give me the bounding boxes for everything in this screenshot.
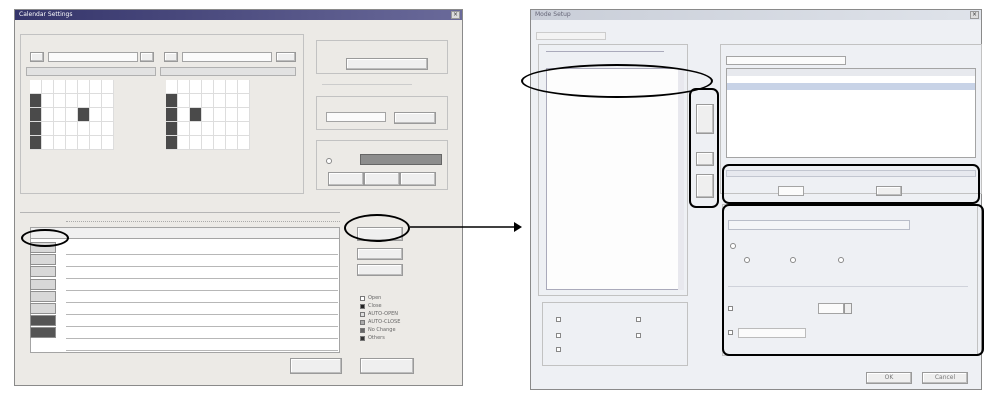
schedule-row[interactable] [66, 267, 338, 279]
mode-setup-button[interactable] [346, 58, 428, 70]
highlight-settings-panel [722, 204, 984, 356]
open-radio[interactable] [326, 157, 335, 164]
day-label-8[interactable] [30, 327, 56, 339]
legend-others-label: Others [368, 335, 385, 341]
hour-scale [66, 214, 340, 222]
schedule-legend: Open Close AUTO-OPEN AUTO-CLOSE No Chang… [360, 294, 400, 342]
option-check-3[interactable] [556, 346, 564, 353]
month-field-right[interactable] [182, 52, 272, 62]
legend-close-label: Close [368, 303, 382, 309]
prev-month-button[interactable] [30, 52, 44, 62]
option-check-5[interactable] [636, 332, 644, 339]
hint-line [322, 84, 412, 85]
legend-no-change-label: No Change [368, 327, 396, 333]
service-group-tab [546, 44, 664, 52]
legend-swatch [360, 319, 365, 325]
schedule-list-header [30, 227, 340, 239]
arrow-connector [410, 222, 522, 232]
weekday-header-left [26, 67, 156, 76]
highlight-middle-buttons [689, 88, 719, 208]
legend-item: Others [360, 334, 400, 342]
legend-swatch [360, 327, 365, 333]
option-check-2[interactable] [556, 332, 564, 339]
prev-month-button-right[interactable] [164, 52, 178, 62]
option-check-1[interactable] [556, 316, 564, 323]
day-labels [30, 242, 56, 340]
schedule-divider [20, 212, 340, 213]
ok-button-window1[interactable] [290, 358, 342, 374]
schedule-row[interactable] [66, 243, 338, 255]
highlight-setup-button [344, 214, 410, 242]
list-scrollbar-track[interactable] [678, 68, 684, 290]
window1-title: Calendar Settings [19, 11, 73, 18]
schedule-row[interactable] [66, 279, 338, 291]
weekday-header-right [160, 67, 296, 76]
day-label-4[interactable] [30, 278, 56, 290]
day-label-7[interactable] [30, 315, 56, 327]
legend-item: No Change [360, 326, 400, 334]
legend-swatch [360, 311, 365, 317]
close-icon[interactable]: × [451, 11, 460, 19]
open-close-button-2[interactable] [364, 172, 400, 186]
legend-item: Close [360, 302, 400, 310]
window1-titlebar: Calendar Settings × [15, 10, 462, 20]
day-label-3[interactable] [30, 266, 56, 278]
paste-button[interactable] [357, 264, 403, 276]
ok-button[interactable]: OK [866, 372, 912, 384]
event-row[interactable] [727, 76, 975, 83]
mode-name-field[interactable] [536, 32, 606, 40]
legend-item: AUTO-OPEN [360, 310, 400, 318]
day-label-6[interactable] [30, 302, 56, 314]
schedule-row[interactable] [66, 339, 338, 351]
day-label-5[interactable] [30, 290, 56, 302]
legend-open-label: Open [368, 295, 382, 301]
cancel-button-window1[interactable] [360, 358, 414, 374]
legend-auto-close-label: AUTO-CLOSE [368, 319, 401, 325]
copy-button[interactable] [357, 248, 403, 260]
event-list[interactable] [726, 68, 976, 158]
month-field-left[interactable] [48, 52, 138, 62]
window2-title: Mode Setup [535, 11, 571, 18]
open-close-bar[interactable] [360, 154, 442, 165]
schedule-row[interactable] [66, 303, 338, 315]
legend-swatch [360, 335, 365, 341]
schedule-rows [66, 243, 338, 351]
day-label-2[interactable] [30, 254, 56, 266]
legend-swatch [360, 303, 365, 309]
schedule-row[interactable] [66, 315, 338, 327]
highlight-time-setting [722, 164, 980, 204]
schedule-row[interactable] [66, 327, 338, 339]
window2-titlebar: Mode Setup × [531, 10, 981, 20]
service-list[interactable] [546, 68, 684, 290]
close-icon[interactable]: × [970, 11, 979, 19]
legend-item: AUTO-CLOSE [360, 318, 400, 326]
schedule-row[interactable] [66, 291, 338, 303]
option-check-4[interactable] [636, 316, 644, 323]
open-close-button-3[interactable] [400, 172, 436, 186]
legend-swatch [360, 295, 365, 301]
legend-item: Open [360, 294, 400, 302]
cancel-button[interactable]: Cancel [922, 372, 968, 384]
legend-auto-open-label: AUTO-OPEN [368, 311, 399, 317]
open-close-button-1[interactable] [328, 172, 364, 186]
event-filter-field[interactable] [726, 56, 846, 65]
next-month-button[interactable] [276, 52, 296, 62]
modify-button[interactable] [394, 112, 436, 124]
event-row-selected[interactable] [727, 83, 975, 90]
calendar-grid-right[interactable] [166, 80, 250, 150]
calendar-grid-left[interactable] [30, 80, 114, 150]
highlight-day-label [21, 229, 69, 247]
calendar-mode-field[interactable] [326, 112, 386, 122]
event-list-header [727, 69, 975, 76]
next-month-button-left[interactable] [140, 52, 154, 62]
highlight-service-list [521, 64, 713, 98]
schedule-row[interactable] [66, 255, 338, 267]
